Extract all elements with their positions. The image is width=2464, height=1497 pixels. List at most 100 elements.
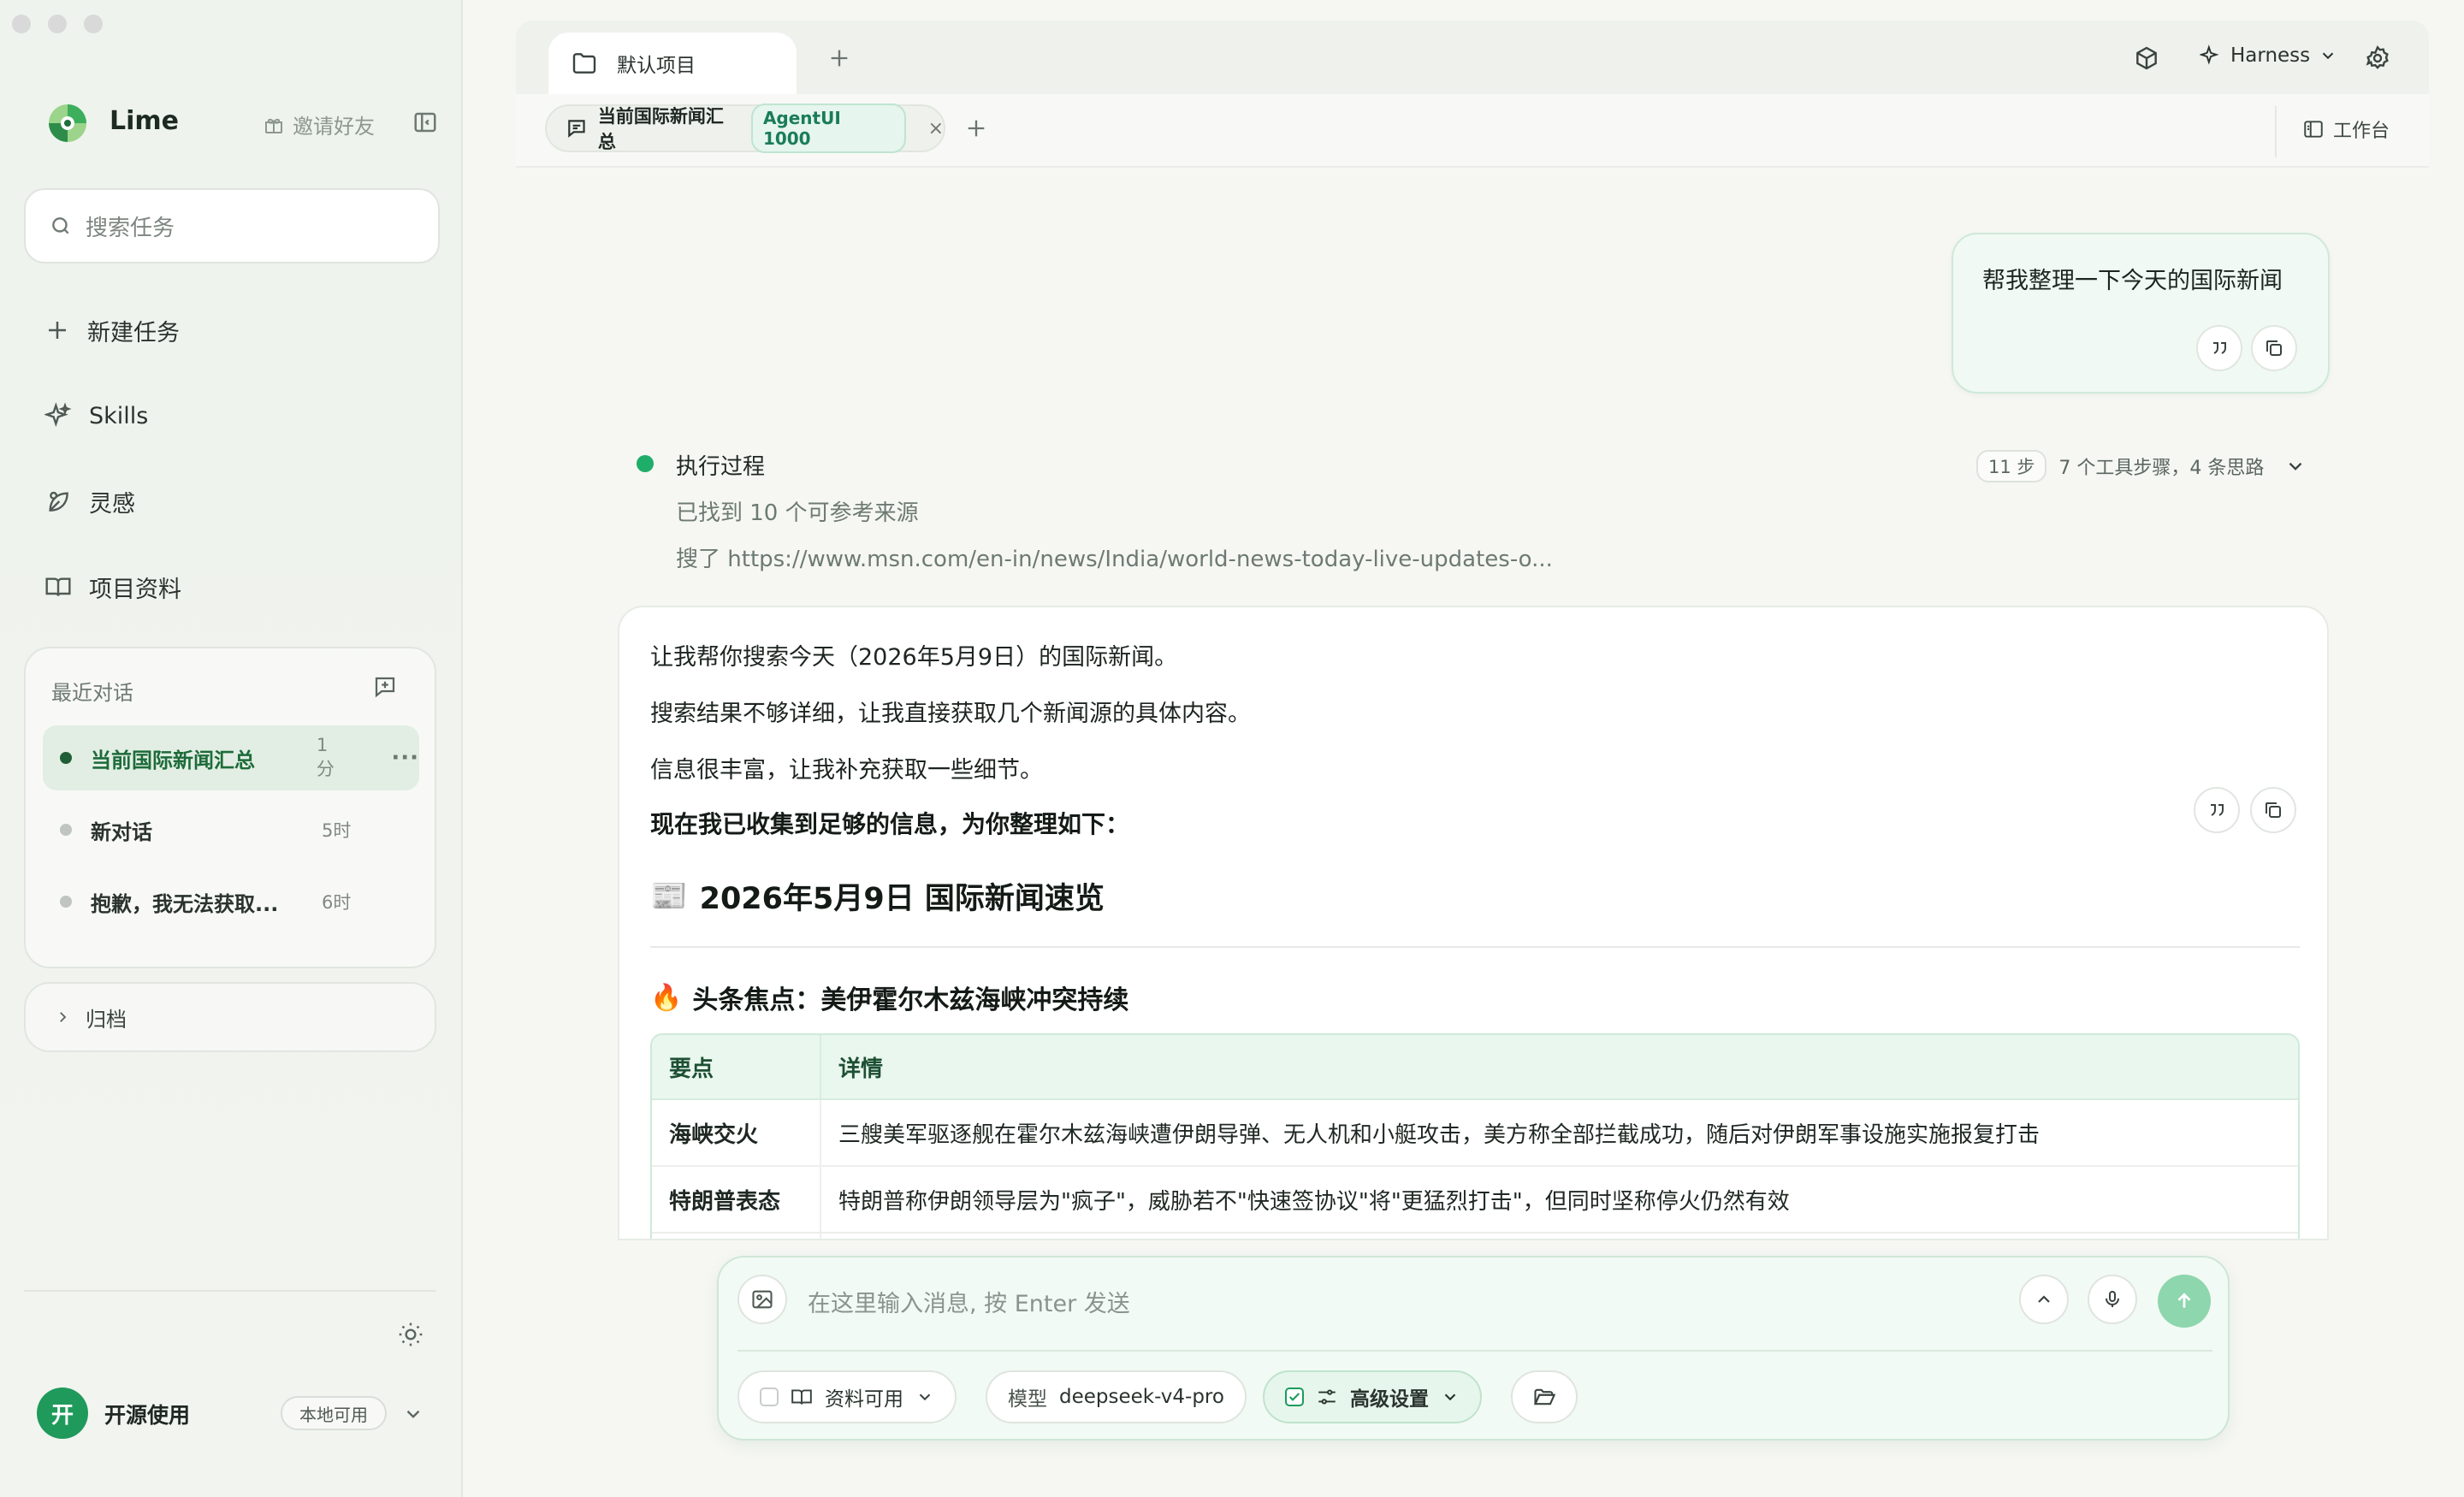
tab-default-project[interactable]: 默认项目: [548, 33, 797, 94]
execution-summary[interactable]: 11 步 7 个工具步骤，4 条思路: [1976, 450, 2307, 482]
materials-toggle[interactable]: 资料可用: [737, 1370, 957, 1423]
copy-button[interactable]: [2251, 325, 2297, 371]
copy-icon: [2266, 340, 2282, 356]
theme-toggle-sun-icon[interactable]: [397, 1321, 424, 1348]
table-cell-key: 特朗普表态: [652, 1167, 821, 1234]
chevron-down-icon: [2289, 462, 2302, 470]
answer-bold-line: 现在我已收集到足够的信息，为你整理如下：: [650, 810, 1130, 838]
quote-icon: [2213, 342, 2226, 354]
conversation-item[interactable]: 当前国际新闻汇总 1分 ···: [43, 725, 419, 790]
table-cell-detail: 三艘美军驱逐舰在霍尔木兹海峡遭伊朗导弹、无人机和小艇攻击，美方称全部拦截成功，随…: [821, 1100, 2298, 1167]
harness-label: Harness: [2230, 44, 2311, 67]
new-conversation-icon[interactable]: [372, 674, 398, 700]
table-row: 特朗普表态 特朗普称伊朗领导层为"疯子"，威胁若不"快速签协议"将"更猛烈打击"…: [652, 1167, 2298, 1234]
open-folder-button[interactable]: [1511, 1370, 1578, 1423]
answer-heading-text: 2026年5月9日 国际新闻速览: [699, 882, 1105, 916]
sidebar-item-project-materials[interactable]: 项目资料: [44, 566, 181, 607]
add-chat-tab-button[interactable]: [964, 116, 988, 140]
recent-title: 最近对话: [51, 681, 133, 705]
advanced-label: 高级设置: [1350, 1388, 1429, 1411]
quote-button[interactable]: [2194, 787, 2240, 833]
news-table: 要点 详情 海峡交火 三艘美军驱逐舰在霍尔木兹海峡遭伊朗导弹、无人机和小艇攻击，…: [650, 1033, 2300, 1239]
invite-friends-button[interactable]: 邀请好友: [264, 109, 375, 139]
table-header-cell: 要点: [652, 1035, 821, 1100]
search-input[interactable]: 搜索任务: [24, 188, 440, 263]
table-header-row: 要点 详情: [652, 1035, 2298, 1100]
execution-line[interactable]: 搜了 https://www.msn.com/en-in/news/India/…: [676, 541, 1553, 573]
plus-icon: [968, 120, 985, 137]
sidebar-collapse-icon[interactable]: [412, 109, 438, 135]
close-icon[interactable]: ×: [928, 118, 944, 139]
table-cell-detail: 特朗普称伊朗领导层为"疯子"，威胁若不"快速签协议"将"更猛烈打击"，但同时坚称…: [821, 1167, 2298, 1234]
materials-checkbox[interactable]: [760, 1388, 779, 1406]
user-message-text: 帮我整理一下今天的国际新闻: [1982, 268, 2283, 294]
tab-chat-current[interactable]: 当前国际新闻汇总 AgentUI 1000 ×: [545, 104, 945, 153]
quote-icon: [2211, 804, 2224, 816]
user-message-bubble: 帮我整理一下今天的国际新闻: [1952, 233, 2330, 393]
copy-button[interactable]: [2250, 787, 2296, 833]
user-name: 开源使用: [104, 1403, 191, 1428]
execution-line: 已找到 10 个可参考来源: [676, 500, 919, 526]
sidebar-item-new-task[interactable]: 新建任务: [44, 310, 180, 351]
chevron-down-icon: [919, 1393, 931, 1401]
archive-toggle[interactable]: 归档: [24, 982, 436, 1052]
expand-button[interactable]: [2019, 1275, 2069, 1324]
answer-paragraph: 搜索结果不够详细，让我直接获取几个新闻源的具体内容。: [650, 701, 1251, 727]
conversation-title: 抱歉，我无法获取...: [91, 891, 279, 916]
add-project-tab-button[interactable]: [827, 46, 851, 70]
folder-icon: [572, 53, 596, 74]
cube-icon[interactable]: [2133, 44, 2160, 72]
model-selector[interactable]: 模型 deepseek-v4-pro: [986, 1370, 1247, 1423]
chevron-right-icon: [60, 1012, 67, 1022]
chevron-down-icon[interactable]: [402, 1403, 424, 1425]
table-header-cell: 详情: [821, 1035, 2298, 1100]
header-separator: [2275, 106, 2277, 157]
voice-input-button[interactable]: [2088, 1275, 2137, 1324]
window-close-button[interactable]: [12, 15, 31, 33]
sidebar: Lime 邀请好友 搜索任务 新建任务 Skills 灵感 项目资料 最近对话 …: [0, 0, 463, 1497]
app-name: Lime: [110, 106, 180, 136]
execution-title[interactable]: 执行过程: [676, 449, 765, 481]
panel-icon: [2304, 121, 2323, 138]
window-zoom-button[interactable]: [84, 15, 103, 33]
workbench-button[interactable]: 工作台: [2302, 115, 2390, 143]
conversation-dot: [60, 896, 72, 908]
attach-image-button[interactable]: [737, 1275, 787, 1324]
chevron-up-icon: [2038, 1295, 2050, 1303]
model-label: 模型: [1008, 1388, 1047, 1411]
answer-actions: [2194, 787, 2296, 833]
table-row: 海峡交火 三艘美军驱逐舰在霍尔木兹海峡遭伊朗导弹、无人机和小艇攻击，美方称全部拦…: [652, 1100, 2298, 1167]
quote-button[interactable]: [2196, 325, 2242, 371]
assistant-message-card: 让我帮你搜索今天（2026年5月9日）的国际新闻。 搜索结果不够详细，让我直接获…: [618, 606, 2329, 1240]
workbench-label: 工作台: [2333, 121, 2390, 142]
sidebar-item-skills[interactable]: Skills: [44, 395, 148, 436]
newspaper-icon: 📰: [650, 879, 688, 914]
invite-label: 邀请好友: [293, 115, 375, 139]
avatar[interactable]: 开: [37, 1388, 88, 1439]
conversation-item[interactable]: 抱歉，我无法获取... 6时: [43, 869, 419, 934]
sparkle-icon: [2200, 44, 2219, 65]
conversation-time: 5时: [322, 820, 352, 841]
more-options-icon[interactable]: ···: [391, 745, 419, 771]
send-button[interactable]: [2158, 1275, 2211, 1328]
advanced-checkbox[interactable]: [1285, 1388, 1304, 1406]
harness-dropdown[interactable]: Harness: [2200, 44, 2337, 67]
sidebar-divider: [24, 1290, 436, 1292]
table-cell-key: 海峡交火: [652, 1100, 821, 1167]
advanced-settings-toggle[interactable]: 高级设置: [1263, 1370, 1482, 1423]
plus-icon: [831, 50, 848, 67]
answer-paragraph: 信息很丰富，让我补充获取一些细节。: [650, 757, 1043, 784]
search-icon: [52, 217, 69, 234]
message-input[interactable]: 在这里输入消息, 按 Enter 发送: [808, 1285, 1130, 1318]
status-badge: 本地可用: [281, 1396, 387, 1430]
window-minimize-button[interactable]: [48, 15, 67, 33]
materials-label: 资料可用: [825, 1388, 903, 1411]
answer-heading: 📰 2026年5月9日 国际新闻速览: [650, 874, 1105, 918]
recent-conversations-panel: 最近对话 当前国际新闻汇总 1分 ··· 新对话 5时 抱歉，我无法获取... …: [24, 647, 436, 968]
conversation-item[interactable]: 新对话 5时: [43, 797, 419, 862]
settings-gear-icon[interactable]: [2364, 44, 2391, 72]
sidebar-item-inspiration[interactable]: 灵感: [44, 481, 135, 522]
composer-divider: [737, 1350, 2212, 1352]
chat-tab-title: 当前国际新闻汇总: [597, 106, 724, 152]
agent-badge: AgentUI 1000: [750, 104, 906, 153]
